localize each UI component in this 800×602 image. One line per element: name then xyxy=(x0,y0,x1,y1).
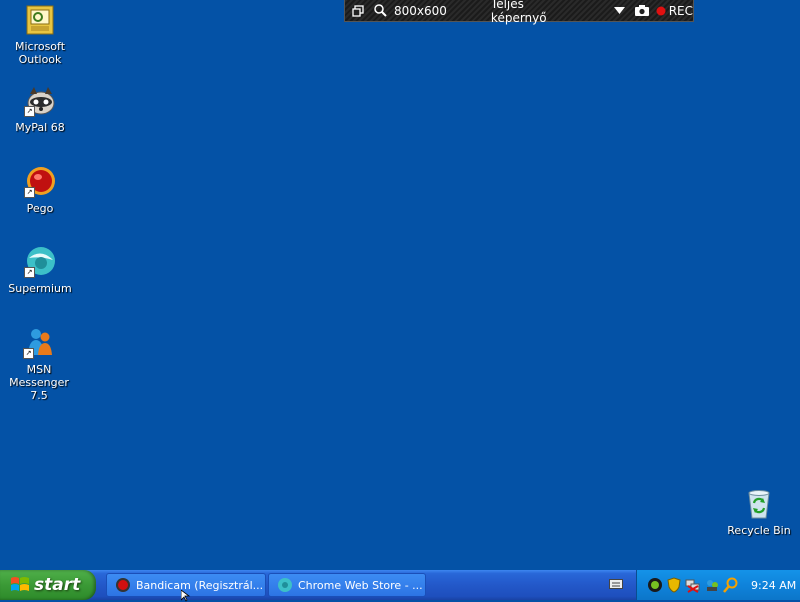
outlook-icon xyxy=(24,4,56,36)
desktop-icon-outlook[interactable]: Microsoft Outlook xyxy=(0,4,80,66)
resolution-label: 800x600 xyxy=(394,3,447,18)
desktop-icon-label: MSN Messenger 7.5 xyxy=(9,363,69,402)
recycle-bin-icon xyxy=(743,488,775,520)
supermium-icon: ↗ xyxy=(24,246,56,278)
desktop-icon-recycle-bin[interactable]: Recycle Bin xyxy=(719,488,799,537)
windows-logo-icon xyxy=(11,577,29,591)
clock[interactable]: 9:24 AM xyxy=(751,579,796,592)
rec-button[interactable]: REC xyxy=(656,0,693,22)
bandicam-icon xyxy=(116,578,130,592)
messenger-tray-icon[interactable] xyxy=(704,577,720,593)
desktop: { "recorder": { "resolution": "800x600",… xyxy=(0,0,800,602)
desktop-icon-label: MyPal 68 xyxy=(15,121,65,134)
rec-label: REC xyxy=(668,3,693,18)
taskbar-button-chrome-web-store[interactable]: Chrome Web Store - ... xyxy=(268,573,426,597)
task-label: Bandicam (Regisztrál... xyxy=(136,578,264,592)
network-disconnected-icon[interactable] xyxy=(685,577,701,593)
record-dot-icon xyxy=(656,6,666,15)
desktop-icon-label: Supermium xyxy=(8,282,72,295)
msn-messenger-icon: ↗ xyxy=(23,327,55,359)
desktop-icon-pego[interactable]: ↗ Pego xyxy=(0,166,80,215)
shortcut-arrow-icon: ↗ xyxy=(24,267,35,278)
bandicam-tray-icon[interactable] xyxy=(647,577,663,593)
desktop-icon-label: Microsoft Outlook xyxy=(14,40,66,66)
mouse-cursor-icon xyxy=(181,590,191,602)
zoom-icon[interactable] xyxy=(374,0,387,22)
shortcut-arrow-icon: ↗ xyxy=(24,187,35,198)
system-tray: 9:24 AM xyxy=(636,570,800,600)
shortcut-arrow-icon: ↗ xyxy=(24,106,35,117)
start-button[interactable]: start xyxy=(0,570,96,600)
supermium-icon xyxy=(278,578,292,592)
pego-icon: ↗ xyxy=(24,166,56,198)
window-mode-icon[interactable] xyxy=(352,0,364,22)
mypal-icon: ↗ xyxy=(24,85,56,117)
dropdown-arrow-icon[interactable] xyxy=(613,0,625,22)
start-label: start xyxy=(34,575,81,595)
desktop-icon-msn-messenger[interactable]: ↗ MSN Messenger 7.5 xyxy=(0,327,79,402)
desktop-icon-label: Recycle Bin xyxy=(727,524,791,537)
recording-toolbar: 800x600 Teljes képernyő REC xyxy=(344,0,694,25)
camera-icon[interactable] xyxy=(634,0,649,22)
taskbar: start Bandicam (Regisztrál... Chrome Web… xyxy=(0,570,800,600)
security-shield-icon[interactable] xyxy=(666,577,682,593)
search-icon[interactable] xyxy=(723,577,739,593)
shortcut-arrow-icon: ↗ xyxy=(23,348,34,359)
capture-mode-label[interactable]: Teljes képernyő xyxy=(491,0,581,25)
task-label: Chrome Web Store - ... xyxy=(298,578,423,592)
keyboard-icon[interactable] xyxy=(609,578,623,590)
desktop-icon-mypal[interactable]: ↗ MyPal 68 xyxy=(0,85,80,134)
desktop-icon-label: Pego xyxy=(26,202,54,215)
desktop-icon-supermium[interactable]: ↗ Supermium xyxy=(0,246,80,295)
